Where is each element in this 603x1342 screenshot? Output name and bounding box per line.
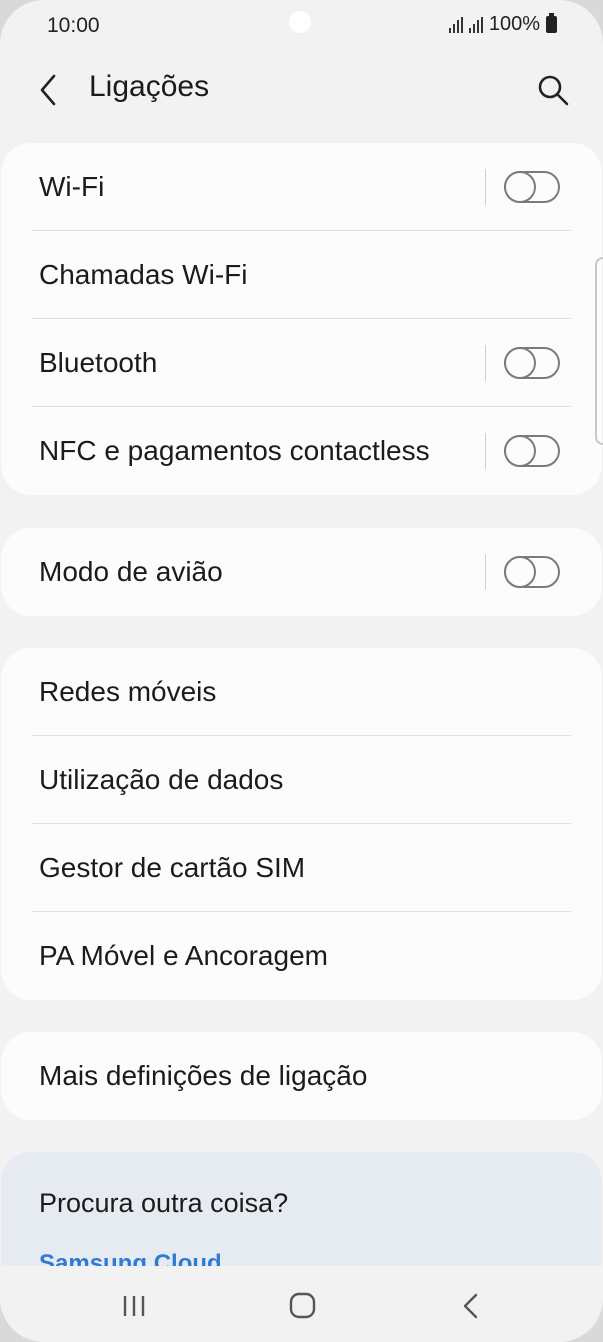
status-bar: 10:00 100% — [0, 0, 603, 52]
setting-label: PA Móvel e Ancoragem — [39, 940, 328, 971]
setting-row-airplane-mode[interactable]: Modo de avião — [1, 528, 602, 616]
setting-row-hotspot[interactable]: PA Móvel e Ancoragem — [1, 912, 602, 1000]
chevron-left-icon — [40, 74, 56, 106]
divider — [485, 433, 486, 469]
camera-cutout — [289, 11, 311, 33]
setting-row-wifi[interactable]: Wi-Fi — [1, 143, 602, 231]
signal-icon-2 — [468, 16, 483, 33]
setting-row-data-usage[interactable]: Utilização de dados — [1, 736, 602, 824]
settings-group-more: Mais definições de ligação — [1, 1032, 602, 1120]
divider — [485, 345, 486, 381]
setting-label: Bluetooth — [39, 347, 158, 378]
search-icon — [538, 75, 569, 106]
toggle-knob — [504, 347, 536, 379]
home-icon — [289, 1292, 316, 1319]
battery-percent: 100% — [488, 13, 540, 35]
toggle-area — [485, 553, 560, 591]
toggle-area — [485, 168, 560, 206]
setting-label: Chamadas Wi-Fi — [39, 259, 248, 290]
toggle-knob — [504, 556, 536, 588]
signal-icon — [448, 16, 463, 33]
setting-label: Mais definições de ligação — [39, 1060, 368, 1091]
setting-row-mobile-networks[interactable]: Redes móveis — [1, 648, 602, 736]
search-button[interactable] — [531, 68, 575, 112]
nav-back-button[interactable] — [440, 1284, 500, 1328]
setting-row-more-connection-settings[interactable]: Mais definições de ligação — [1, 1032, 602, 1120]
recents-button[interactable] — [104, 1284, 164, 1328]
bluetooth-toggle[interactable] — [504, 347, 560, 379]
nfc-toggle[interactable] — [504, 435, 560, 467]
divider — [485, 169, 486, 205]
settings-group-connectivity: Wi-Fi Chamadas Wi-Fi Bluetooth NFC e pag… — [1, 143, 602, 495]
setting-row-nfc[interactable]: NFC e pagamentos contactless — [1, 407, 602, 495]
back-button[interactable] — [30, 68, 70, 112]
setting-row-sim-manager[interactable]: Gestor de cartão SIM — [1, 824, 602, 912]
settings-group-airplane: Modo de avião — [1, 528, 602, 616]
setting-label: NFC e pagamentos contactless — [39, 435, 430, 466]
setting-label: Modo de avião — [39, 556, 223, 587]
page-title: Ligações — [89, 70, 210, 103]
divider — [485, 554, 486, 590]
status-time: 10:00 — [47, 14, 100, 37]
app-header: Ligações — [0, 60, 603, 120]
toggle-area — [485, 432, 560, 470]
setting-row-bluetooth[interactable]: Bluetooth — [1, 319, 602, 407]
toggle-area — [485, 344, 560, 382]
status-icons: 100% — [448, 13, 557, 36]
recents-icon — [123, 1296, 145, 1316]
setting-row-wifi-calling[interactable]: Chamadas Wi-Fi — [1, 231, 602, 319]
setting-label: Gestor de cartão SIM — [39, 852, 306, 883]
setting-label: Utilização de dados — [39, 764, 284, 795]
toggle-knob — [504, 435, 536, 467]
phone-screen: 10:00 100% Ligações Wi-Fi Chamadas Wi-Fi… — [0, 0, 603, 1342]
setting-label: Wi-Fi — [39, 171, 105, 202]
back-icon — [463, 1293, 478, 1319]
settings-group-mobile: Redes móveis Utilização de dados Gestor … — [1, 648, 602, 1000]
setting-label: Redes móveis — [39, 676, 217, 707]
battery-icon — [546, 13, 557, 33]
scrollbar[interactable] — [595, 257, 603, 445]
suggestions-question: Procura outra coisa? — [39, 1188, 289, 1218]
navigation-bar — [0, 1266, 603, 1342]
home-button[interactable] — [272, 1284, 332, 1328]
toggle-knob — [504, 171, 536, 203]
airplane-toggle[interactable] — [504, 556, 560, 588]
wifi-toggle[interactable] — [504, 171, 560, 203]
